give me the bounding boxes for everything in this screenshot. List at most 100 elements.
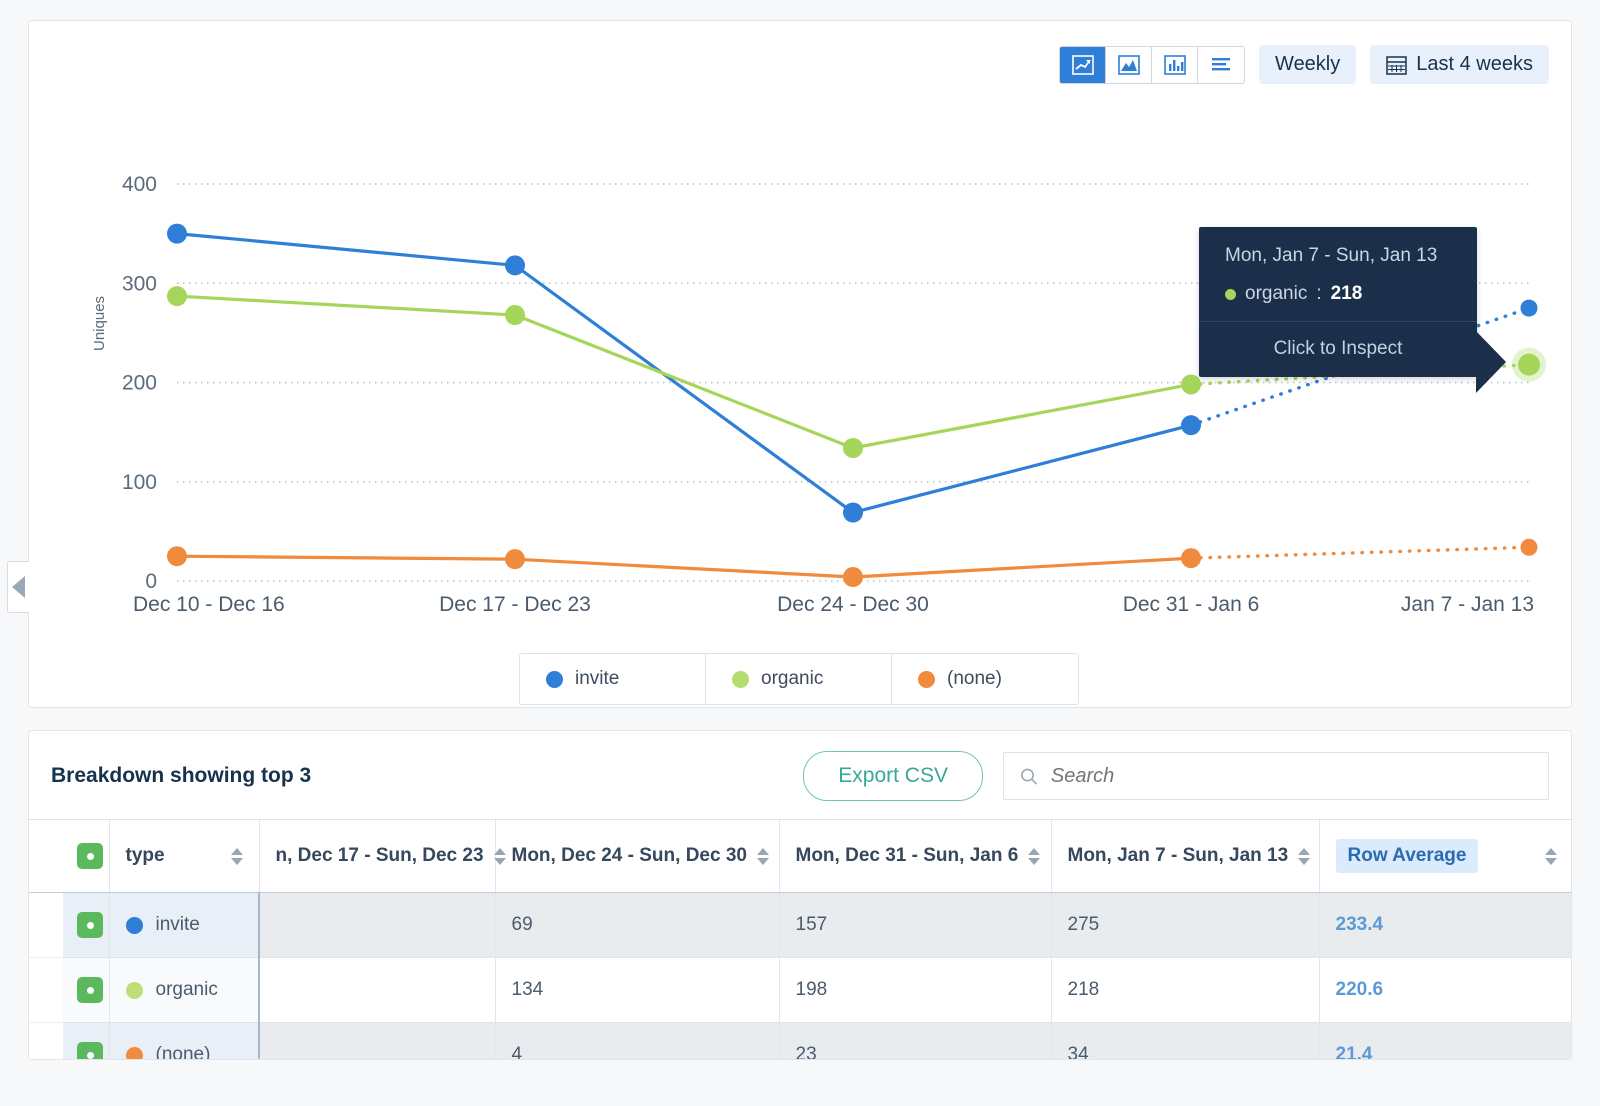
sort-icon[interactable]	[1298, 848, 1310, 865]
svg-text:Dec 10 - Dec 16: Dec 10 - Dec 16	[133, 593, 285, 616]
row-visibility-toggle[interactable]	[77, 1042, 103, 1060]
row-toggle-cell	[63, 958, 109, 1023]
breakdown-card: Breakdown showing top 3 Export CSV	[28, 730, 1572, 1060]
header-type[interactable]: type	[109, 820, 259, 893]
tooltip-series-row: organic: 218	[1225, 283, 1451, 305]
svg-text:Dec 31 - Jan 6: Dec 31 - Jan 6	[1123, 593, 1260, 616]
svg-text:300: 300	[122, 272, 157, 295]
chart-legend: invite organic (none)	[519, 653, 1079, 705]
toggle-all-icon[interactable]	[77, 843, 103, 869]
cell-week-3: 157	[779, 893, 1051, 958]
search-input[interactable]	[1049, 764, 1532, 789]
cell-week-4: 275	[1051, 893, 1319, 958]
bar-chart-icon	[1164, 55, 1186, 75]
area-chart-icon-button[interactable]	[1106, 47, 1152, 83]
row-type-cell: organic	[109, 958, 259, 1023]
chart-type-group	[1059, 46, 1245, 84]
row-toggle-cell	[63, 1023, 109, 1061]
line-chart-icon	[1072, 55, 1094, 75]
dashboard-page: Weekly Last 4 weeks Uniques 010020030040…	[0, 0, 1600, 1106]
svg-text:Jan 7 - Jan 13: Jan 7 - Jan 13	[1401, 593, 1534, 616]
tooltip-title: Mon, Jan 7 - Sun, Jan 13	[1225, 245, 1451, 267]
export-csv-button[interactable]: Export CSV	[803, 751, 983, 801]
date-range-selector[interactable]: Last 4 weeks	[1370, 45, 1549, 84]
row-color-dot	[126, 1047, 143, 1061]
search-box[interactable]	[1003, 752, 1549, 800]
row-gutter	[29, 893, 63, 958]
chart-toolbar: Weekly Last 4 weeks	[1059, 45, 1549, 84]
sort-icon[interactable]	[1545, 848, 1557, 865]
cell-row-average: 220.6	[1319, 958, 1572, 1023]
header-week-2-label: Mon, Dec 24 - Sun, Dec 30	[512, 845, 747, 867]
chart-card: Weekly Last 4 weeks Uniques 010020030040…	[28, 20, 1572, 708]
line-chart-icon-button[interactable]	[1060, 47, 1106, 83]
row-color-dot	[126, 982, 143, 999]
line-chart-svg[interactable]: 0100200300400Dec 10 - Dec 16Dec 17 - Dec…	[29, 117, 1573, 637]
cell-week-2: 69	[495, 893, 779, 958]
legend-color-dot	[732, 671, 749, 688]
table-header-row: type n, Dec 17 - Sun, Dec 23 Mon, Dec 24…	[29, 820, 1572, 893]
tooltip-series-value: 218	[1331, 283, 1363, 305]
cell-week-4: 34	[1051, 1023, 1319, 1061]
breakdown-table-body: invite69157275233.4organic134198218220.6…	[29, 893, 1572, 1061]
svg-text:200: 200	[122, 372, 157, 395]
cell-week-2: 134	[495, 958, 779, 1023]
cell-week-2: 4	[495, 1023, 779, 1061]
legend-label: invite	[575, 668, 619, 690]
sort-icon[interactable]	[231, 848, 243, 865]
legend-item-invite[interactable]: invite	[520, 654, 706, 704]
svg-text:100: 100	[122, 471, 157, 494]
search-icon	[1020, 767, 1038, 786]
header-week-3-label: Mon, Dec 31 - Sun, Jan 6	[796, 845, 1019, 867]
header-type-label: type	[126, 845, 165, 867]
interval-label: Weekly	[1275, 53, 1340, 76]
table-row[interactable]: organic134198218220.6	[29, 958, 1572, 1023]
header-week-2[interactable]: Mon, Dec 24 - Sun, Dec 30	[495, 820, 779, 893]
row-type-label: (none)	[156, 1044, 211, 1060]
cell-week-3: 23	[779, 1023, 1051, 1061]
sort-icon[interactable]	[1028, 848, 1040, 865]
collapse-left-arrow[interactable]	[7, 561, 29, 613]
legend-item-organic[interactable]: organic	[706, 654, 892, 704]
row-gutter	[29, 1023, 63, 1061]
legend-item-none[interactable]: (none)	[892, 654, 1078, 704]
table-row[interactable]: invite69157275233.4	[29, 893, 1572, 958]
table-row[interactable]: (none)4233421.4	[29, 1023, 1572, 1061]
cell-week-1	[259, 893, 495, 958]
tooltip-series-dot	[1225, 289, 1236, 300]
legend-label: (none)	[947, 668, 1002, 690]
list-view-icon-button[interactable]	[1198, 47, 1244, 83]
header-week-3[interactable]: Mon, Dec 31 - Sun, Jan 6	[779, 820, 1051, 893]
svg-text:Dec 24 - Dec 30: Dec 24 - Dec 30	[777, 593, 929, 616]
interval-selector[interactable]: Weekly	[1259, 45, 1356, 84]
breakdown-table-head: type n, Dec 17 - Sun, Dec 23 Mon, Dec 24…	[29, 820, 1572, 893]
header-toggle	[63, 820, 109, 893]
calendar-icon	[1386, 54, 1407, 75]
tooltip-inspect-button[interactable]: Click to Inspect	[1199, 321, 1477, 377]
row-type-cell: invite	[109, 893, 259, 958]
breakdown-header: Breakdown showing top 3 Export CSV	[29, 731, 1571, 819]
tooltip-pointer-arrow	[1476, 331, 1506, 393]
breakdown-title: Breakdown showing top 3	[51, 764, 311, 788]
sort-icon[interactable]	[757, 848, 769, 865]
row-visibility-toggle[interactable]	[77, 912, 103, 938]
row-type-label: organic	[156, 979, 218, 1001]
svg-text:0: 0	[145, 570, 157, 593]
breakdown-actions: Export CSV	[803, 751, 1549, 801]
cell-week-1	[259, 1023, 495, 1061]
header-week-1[interactable]: n, Dec 17 - Sun, Dec 23	[259, 820, 495, 893]
header-row-average[interactable]: Row Average	[1319, 820, 1572, 893]
legend-color-dot	[918, 671, 935, 688]
row-visibility-toggle[interactable]	[77, 977, 103, 1003]
tooltip-body: Mon, Jan 7 - Sun, Jan 13 organic: 218	[1199, 227, 1477, 321]
list-view-icon	[1210, 56, 1232, 74]
header-week-4[interactable]: Mon, Jan 7 - Sun, Jan 13	[1051, 820, 1319, 893]
row-type-cell: (none)	[109, 1023, 259, 1061]
bar-chart-icon-button[interactable]	[1152, 47, 1198, 83]
chart-tooltip: Mon, Jan 7 - Sun, Jan 13 organic: 218 Cl…	[1199, 227, 1477, 377]
header-gutter	[29, 820, 63, 893]
svg-text:Dec 17 - Dec 23: Dec 17 - Dec 23	[439, 593, 591, 616]
row-gutter	[29, 958, 63, 1023]
chart-plot-area: 0100200300400Dec 10 - Dec 16Dec 17 - Dec…	[29, 117, 1573, 637]
sort-icon[interactable]	[494, 848, 506, 865]
